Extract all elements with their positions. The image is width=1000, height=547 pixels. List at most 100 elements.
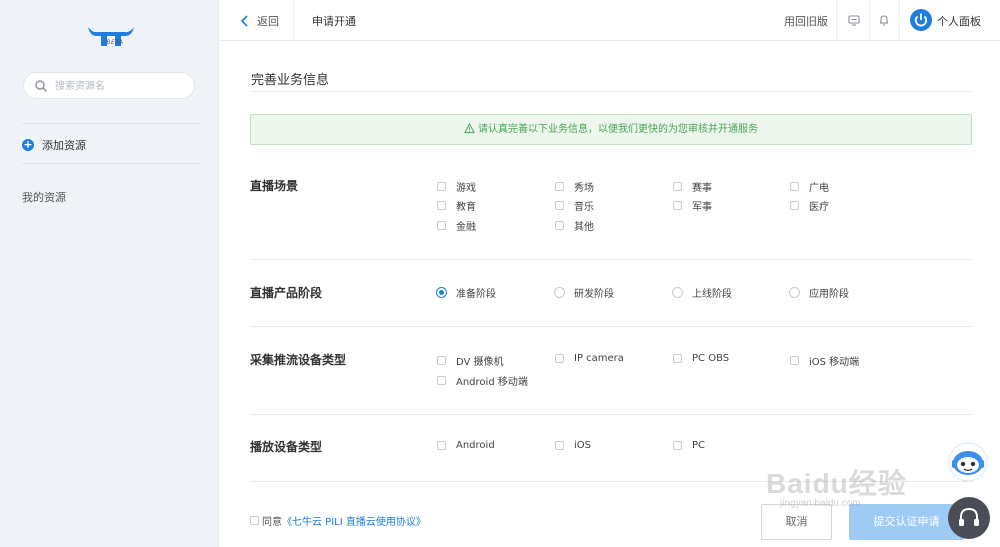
option-label: 军事 xyxy=(692,202,712,213)
option-label: PC OBS xyxy=(692,353,730,364)
checkbox-box[interactable] xyxy=(437,356,446,365)
notice-text: 请认真完善以下业务信息，以便我们更快的为您审核并开通服务 xyxy=(478,124,758,135)
checkbox-finance[interactable]: 金融 xyxy=(437,218,476,233)
radio-button[interactable] xyxy=(554,287,565,298)
robot-assistant-icon[interactable] xyxy=(946,440,990,486)
info-notice: 请认真完善以下业务信息，以便我们更快的为您审核并开通服务 xyxy=(250,114,972,145)
checkbox-box[interactable] xyxy=(555,182,564,191)
topbar-divider xyxy=(836,0,837,41)
topbar-divider xyxy=(869,0,870,41)
option-label: 广电 xyxy=(809,183,829,194)
option-label: 医疗 xyxy=(809,202,829,213)
option-label: 其他 xyxy=(574,222,594,233)
option-label: 赛事 xyxy=(692,183,712,194)
checkbox-pc-obs[interactable]: PC OBS xyxy=(673,353,729,364)
power-icon[interactable] xyxy=(910,9,932,31)
row-divider xyxy=(250,326,972,327)
checkbox-box[interactable] xyxy=(437,441,446,450)
checkbox-box[interactable] xyxy=(673,441,682,450)
topbar-divider xyxy=(293,0,294,41)
checkbox-ios[interactable]: iOS xyxy=(555,440,591,451)
old-version-link[interactable]: 用回旧版 xyxy=(784,13,828,29)
option-label: iOS xyxy=(574,440,591,451)
submit-button[interactable]: 提交认证申请 xyxy=(849,504,964,540)
checkbox-education[interactable]: 教育 xyxy=(437,198,476,213)
sidebar-divider xyxy=(22,123,200,124)
search-icon xyxy=(35,80,47,92)
checkbox-ip-camera[interactable]: IP camera xyxy=(555,353,624,364)
option-label: 音乐 xyxy=(574,202,594,213)
option-label: 游戏 xyxy=(456,183,476,194)
page-title: 申请开通 xyxy=(312,15,356,28)
checkbox-box[interactable] xyxy=(673,201,682,210)
feedback-icon[interactable] xyxy=(847,13,861,27)
radio-button[interactable] xyxy=(436,287,447,298)
agreement-link[interactable]: 《七牛云 PILI 直播云使用协议》 xyxy=(282,513,426,528)
sidebar-item-my-resources[interactable]: 我的资源 xyxy=(22,189,66,205)
checkbox-show[interactable]: 秀场 xyxy=(555,179,594,194)
option-label: Android 移动端 xyxy=(456,377,528,388)
plus-icon: + xyxy=(22,138,34,151)
radio-button[interactable] xyxy=(789,287,800,298)
checkbox-box[interactable] xyxy=(555,441,564,450)
checkbox-game[interactable]: 游戏 xyxy=(437,179,476,194)
option-label: 金融 xyxy=(456,222,476,233)
checkbox-box[interactable] xyxy=(437,221,446,230)
chevron-left-icon xyxy=(240,15,248,27)
agree-checkbox[interactable] xyxy=(250,516,259,525)
top-bar: 返回 申请开通 用回旧版 个人面板 xyxy=(220,0,1000,41)
agreement: 同意 《七牛云 PILI 直播云使用协议》 xyxy=(250,513,426,528)
cancel-button[interactable]: 取消 xyxy=(761,504,832,540)
option-label: 研发阶段 xyxy=(574,289,614,300)
agree-label: 同意 xyxy=(262,517,282,528)
radio-applied[interactable]: 应用阶段 xyxy=(789,285,849,300)
add-resource-button[interactable]: + 添加资源 xyxy=(22,137,86,153)
live-scene-label: 直播场景 xyxy=(250,179,299,193)
resource-search[interactable] xyxy=(23,72,195,99)
sidebar: .BETA + 添加资源 我的资源 xyxy=(0,0,219,547)
checkbox-box[interactable] xyxy=(790,356,799,365)
checkbox-sports[interactable]: 赛事 xyxy=(673,179,712,194)
checkbox-box[interactable] xyxy=(437,182,446,191)
checkbox-dv-camera[interactable]: DV 摄像机 xyxy=(437,353,504,368)
checkbox-pc[interactable]: PC xyxy=(673,440,705,451)
product-stage-label: 直播产品阶段 xyxy=(250,286,323,300)
radio-prepare[interactable]: 准备阶段 xyxy=(436,285,496,300)
option-label: 应用阶段 xyxy=(809,289,849,300)
checkbox-box[interactable] xyxy=(555,221,564,230)
checkbox-other[interactable]: 其他 xyxy=(555,218,594,233)
checkbox-military[interactable]: 军事 xyxy=(673,198,712,213)
option-label: 上线阶段 xyxy=(692,289,732,300)
checkbox-music[interactable]: 音乐 xyxy=(555,198,594,213)
option-label: PC xyxy=(692,440,706,451)
checkbox-android[interactable]: Android xyxy=(437,440,495,451)
checkbox-box[interactable] xyxy=(437,201,446,210)
checkbox-android-mobile[interactable]: Android 移动端 xyxy=(437,373,528,388)
radio-online[interactable]: 上线阶段 xyxy=(672,285,732,300)
search-input[interactable] xyxy=(55,78,185,94)
baidu-watermark-url: jingyan.baidu.com xyxy=(780,498,861,509)
support-headset-button[interactable] xyxy=(948,497,990,539)
checkbox-box[interactable] xyxy=(555,354,564,363)
checkbox-box[interactable] xyxy=(673,182,682,191)
radio-button[interactable] xyxy=(672,287,683,298)
back-label: 返回 xyxy=(257,15,279,28)
checkbox-box[interactable] xyxy=(555,201,564,210)
checkbox-box[interactable] xyxy=(790,182,799,191)
checkbox-medical[interactable]: 医疗 xyxy=(790,198,829,213)
warning-icon xyxy=(464,122,475,133)
checkbox-box[interactable] xyxy=(673,354,682,363)
back-button[interactable]: 返回 xyxy=(238,13,279,29)
add-resource-label: 添加资源 xyxy=(42,139,86,152)
checkbox-box[interactable] xyxy=(790,201,799,210)
checkbox-broadcast[interactable]: 广电 xyxy=(790,179,829,194)
radio-develop[interactable]: 研发阶段 xyxy=(554,285,614,300)
profile-panel-link[interactable]: 个人面板 xyxy=(937,13,981,29)
push-device-label: 采集推流设备类型 xyxy=(250,353,347,367)
option-label: Android xyxy=(456,440,495,451)
checkbox-box[interactable] xyxy=(437,376,446,385)
checkbox-ios-mobile[interactable]: iOS 移动端 xyxy=(790,353,859,368)
bell-icon[interactable] xyxy=(877,13,891,27)
row-divider xyxy=(250,414,972,415)
row-divider xyxy=(250,259,972,260)
